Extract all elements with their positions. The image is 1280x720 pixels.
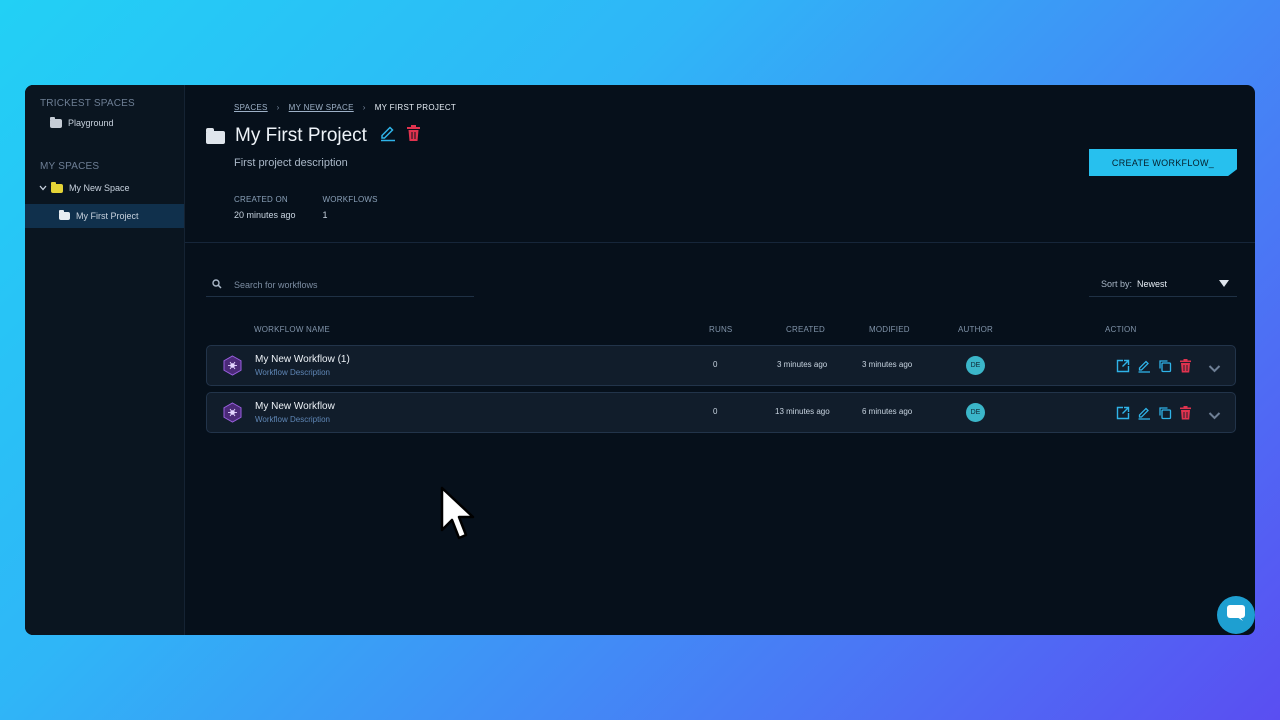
header-action: ACTION xyxy=(1105,325,1137,334)
duplicate-icon[interactable] xyxy=(1157,358,1172,373)
delete-icon[interactable] xyxy=(406,125,421,147)
table-row[interactable]: My New Workflow (1) Workflow Description… xyxy=(206,345,1236,386)
sidebar-item-playground[interactable]: Playground xyxy=(25,111,184,135)
search-icon xyxy=(212,276,222,294)
avatar: DE xyxy=(966,356,985,375)
breadcrumb-spaces[interactable]: SPACES xyxy=(234,103,268,112)
mouse-pointer-icon xyxy=(440,486,476,547)
sidebar-item-label: My New Space xyxy=(69,183,130,193)
breadcrumb-separator-icon: › xyxy=(362,103,366,112)
meta-workflows-value: 1 xyxy=(322,210,328,220)
breadcrumb-separator-icon: › xyxy=(276,103,280,112)
page-title: My First Project xyxy=(235,125,367,146)
chat-support-button[interactable] xyxy=(1217,596,1255,634)
workflow-name[interactable]: My New Workflow (1) xyxy=(255,354,350,365)
breadcrumb: SPACES › MY NEW SPACE › MY FIRST PROJECT xyxy=(234,103,456,112)
sidebar-item-my-new-space[interactable]: My New Space xyxy=(25,176,184,200)
workflow-created: 13 minutes ago xyxy=(775,407,830,416)
delete-icon[interactable] xyxy=(1178,405,1193,420)
header-created: CREATED xyxy=(786,325,826,334)
header-workflow-name: WORKFLOW NAME xyxy=(254,325,330,334)
sidebar: TRICKEST SPACES Playground MY SPACES My … xyxy=(25,85,185,635)
workflow-modified: 6 minutes ago xyxy=(862,407,913,416)
workflow-icon xyxy=(222,355,243,376)
workflow-created: 3 minutes ago xyxy=(777,360,828,369)
sidebar-item-my-first-project[interactable]: My First Project xyxy=(25,204,184,228)
breadcrumb-space[interactable]: MY NEW SPACE xyxy=(289,103,354,112)
title-actions xyxy=(379,125,421,147)
sort-label: Sort by: xyxy=(1101,278,1133,289)
project-meta: CREATED ON 20 minutes ago WORKFLOWS 1 xyxy=(234,195,378,220)
meta-workflows: WORKFLOWS 1 xyxy=(323,195,378,220)
folder-icon xyxy=(206,127,225,144)
workflow-icon xyxy=(222,402,243,423)
workflow-description: Workflow Description xyxy=(255,368,330,377)
table-row[interactable]: My New Workflow Workflow Description 0 1… xyxy=(206,392,1236,433)
meta-created-value: 20 minutes ago xyxy=(234,210,296,220)
trickest-spaces-title: TRICKEST SPACES xyxy=(40,98,135,109)
my-spaces-title: MY SPACES xyxy=(40,161,100,172)
open-external-icon[interactable] xyxy=(1115,405,1130,420)
meta-workflows-label: WORKFLOWS xyxy=(322,195,378,204)
row-actions xyxy=(1115,358,1193,373)
edit-icon[interactable] xyxy=(379,125,396,147)
chevron-down-icon[interactable] xyxy=(1208,407,1221,425)
title-row: My First Project xyxy=(206,125,421,147)
header-runs: RUNS xyxy=(709,325,733,334)
workflow-name[interactable]: My New Workflow xyxy=(255,401,335,412)
table-header: WORKFLOW NAME RUNS CREATED MODIFIED AUTH… xyxy=(206,325,1236,337)
breadcrumb-current: MY FIRST PROJECT xyxy=(374,103,457,112)
chevron-down-icon[interactable] xyxy=(39,184,47,193)
delete-icon[interactable] xyxy=(1178,358,1193,373)
workflow-runs: 0 xyxy=(713,360,718,369)
workflow-runs: 0 xyxy=(713,407,718,416)
sidebar-item-label: My First Project xyxy=(76,211,139,221)
search-bar xyxy=(206,273,474,297)
chevron-down-icon[interactable] xyxy=(1208,360,1221,378)
edit-icon[interactable] xyxy=(1136,405,1151,420)
project-header: SPACES › MY NEW SPACE › MY FIRST PROJECT… xyxy=(185,85,1255,243)
project-description: First project description xyxy=(234,157,348,169)
header-modified: MODIFIED xyxy=(869,325,910,334)
sort-dropdown[interactable]: Sort by: Newest xyxy=(1089,271,1237,297)
duplicate-icon[interactable] xyxy=(1157,405,1172,420)
chat-bubble-icon xyxy=(1226,604,1246,627)
workflow-description: Workflow Description xyxy=(255,415,330,424)
app-window: TRICKEST SPACES Playground MY SPACES My … xyxy=(25,85,1255,635)
folder-icon xyxy=(50,116,62,128)
sidebar-item-label: Playground xyxy=(68,118,114,128)
folder-icon xyxy=(51,181,63,193)
folder-icon xyxy=(59,210,70,220)
header-author: AUTHOR xyxy=(958,325,993,334)
workflow-modified: 3 minutes ago xyxy=(862,360,913,369)
caret-down-icon xyxy=(1219,280,1229,287)
main-content: SPACES › MY NEW SPACE › MY FIRST PROJECT… xyxy=(185,85,1255,635)
meta-created-label: CREATED ON xyxy=(234,195,288,204)
open-external-icon[interactable] xyxy=(1115,358,1130,373)
create-workflow-button[interactable]: CREATE WORKFLOW_ xyxy=(1089,149,1237,176)
edit-icon[interactable] xyxy=(1136,358,1151,373)
search-input[interactable] xyxy=(234,279,464,290)
row-actions xyxy=(1115,405,1193,420)
sort-value: Newest xyxy=(1137,278,1168,289)
avatar: DE xyxy=(966,403,985,422)
meta-created: CREATED ON 20 minutes ago xyxy=(234,195,296,220)
